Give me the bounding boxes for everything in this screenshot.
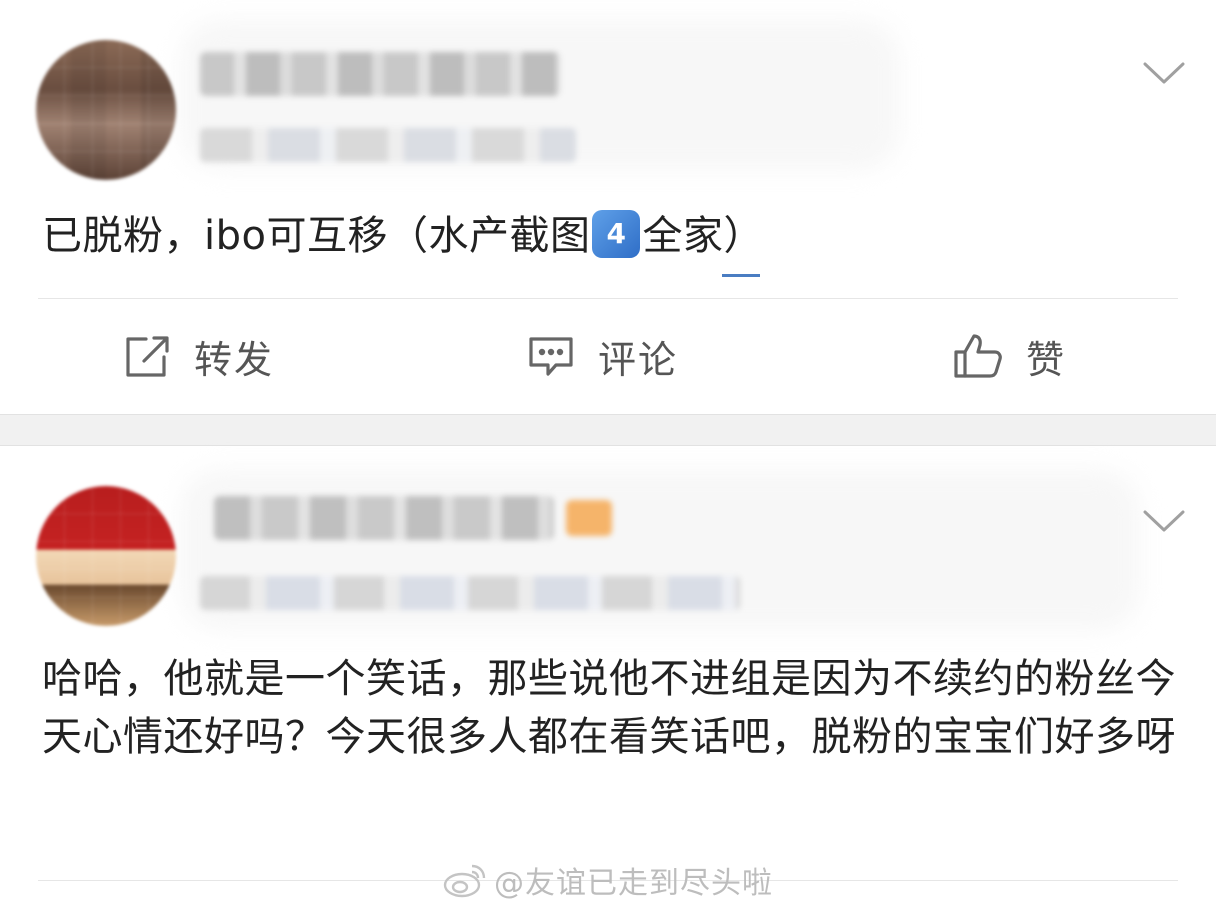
comment-icon [526, 333, 576, 379]
divider [38, 298, 1178, 299]
watermark: @友谊已走到尽头啦 [442, 858, 773, 902]
chevron-down-icon[interactable] [1142, 58, 1185, 88]
comment-button[interactable]: 评论 [526, 330, 678, 382]
post-meta-redacted [200, 576, 740, 610]
username-redacted[interactable] [214, 496, 554, 540]
repost-label: 转发 [194, 337, 275, 382]
post-card: 已脱粉，ibo可互移（水产截图 4 全家） 转发 评论 赞 [0, 0, 1216, 414]
username-redacted[interactable] [200, 52, 560, 96]
post-meta-redacted [200, 128, 576, 162]
post-separator [0, 414, 1216, 446]
post-content: 已脱粉，ibo可互移（水产截图 4 全家） [42, 208, 764, 264]
post-content: 哈哈，他就是一个笑话，那些说他不进组是因为不续约的粉丝今天心情还好吗？今天很多人… [42, 656, 1176, 760]
avatar[interactable] [36, 486, 176, 626]
watermark-text: @友谊已走到尽头啦 [494, 866, 773, 901]
repost-button[interactable]: 转发 [122, 330, 274, 382]
chevron-down-icon[interactable] [1142, 506, 1185, 536]
post-text-part: 全家） [642, 213, 764, 259]
like-icon [952, 332, 1004, 380]
post-card: 哈哈，他就是一个笑话，那些说他不进组是因为不续约的粉丝今天心情还好吗？今天很多人… [0, 446, 1216, 907]
post-text-part: 已脱粉，ibo可互移（水产截图 [42, 213, 591, 259]
avatar-mosaic [36, 40, 176, 180]
weibo-comment-list: 已脱粉，ibo可互移（水产截图 4 全家） 转发 评论 赞 哈哈，他就是一个笑话… [0, 0, 1216, 907]
user-badge-redacted [566, 500, 612, 536]
emoji-icon: 4 [592, 210, 641, 258]
comment-label: 评论 [598, 337, 679, 382]
like-button[interactable]: 赞 [952, 330, 1066, 382]
avatar[interactable] [36, 40, 176, 180]
weibo-logo-icon [443, 864, 486, 898]
repost-icon [122, 333, 172, 379]
like-label: 赞 [1026, 337, 1067, 382]
avatar-mosaic [36, 486, 176, 626]
emoji-underline [722, 274, 760, 277]
